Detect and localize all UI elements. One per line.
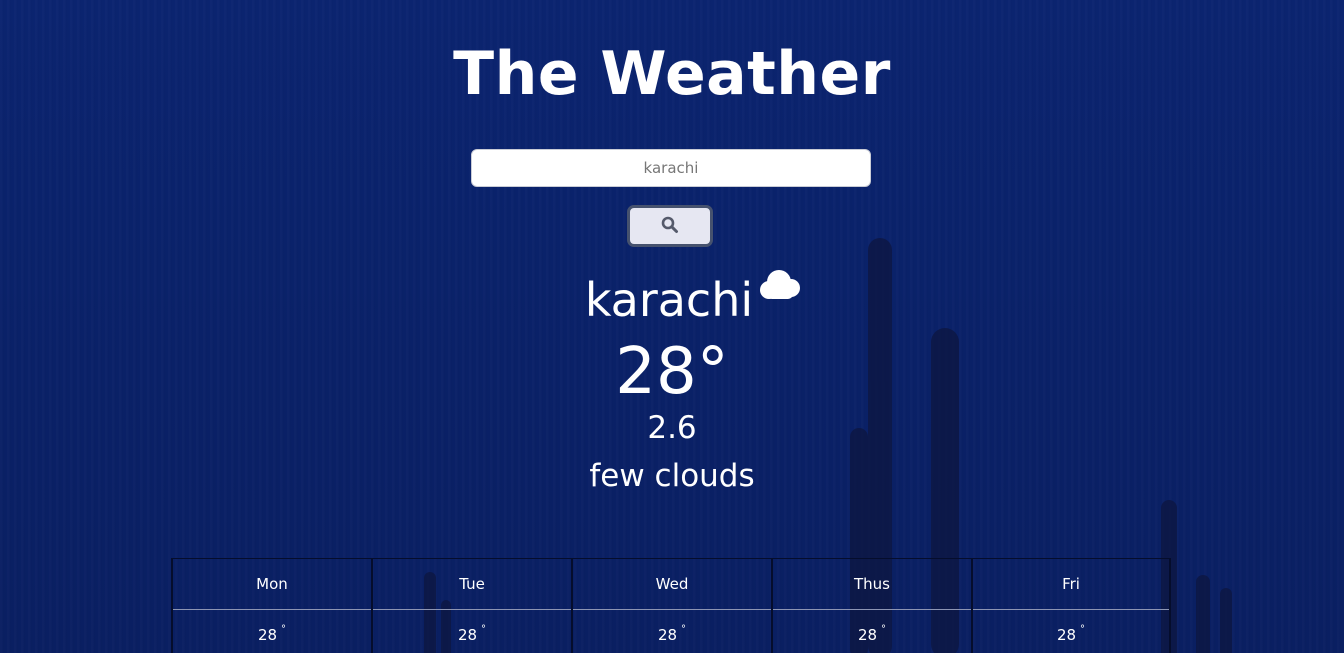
- forecast-day-name: Tue: [373, 559, 571, 610]
- search-input[interactable]: [471, 149, 871, 187]
- wind-speed: 2.6: [647, 410, 697, 446]
- forecast-temp-value: 28: [657, 626, 678, 644]
- degree-symbol: °: [681, 623, 687, 635]
- city-name: karachi: [584, 273, 754, 327]
- city-row: karachi: [0, 270, 1344, 330]
- forecast-day-temp: 28 °: [773, 610, 971, 653]
- forecast-temp-value: 28: [1056, 626, 1077, 644]
- degree-symbol: °: [281, 623, 287, 635]
- weather-app: The Weather karachi 28° 2.6 few clouds: [0, 0, 1344, 653]
- forecast-day: Tue 28 °: [371, 558, 571, 653]
- cloud-icon: [755, 268, 803, 306]
- forecast-day-name: Mon: [173, 559, 371, 610]
- weather-description: few clouds: [589, 458, 755, 494]
- forecast-day: Mon 28 °: [171, 558, 371, 653]
- forecast-day: Fri 28 °: [971, 558, 1171, 653]
- forecast-temp-value: 28: [857, 626, 878, 644]
- forecast-day-name: Wed: [573, 559, 771, 610]
- degree-symbol: °: [481, 623, 487, 635]
- forecast-day-temp: 28 °: [173, 610, 371, 653]
- degree-symbol: °: [1080, 623, 1086, 635]
- forecast-day: Wed 28 °: [571, 558, 771, 653]
- search-button[interactable]: [627, 205, 713, 247]
- search-icon: [661, 216, 679, 237]
- forecast-day-temp: 28 °: [573, 610, 771, 653]
- forecast-day-name: Fri: [973, 559, 1169, 610]
- forecast-temp-value: 28: [257, 626, 278, 644]
- forecast-day-name: Thus: [773, 559, 971, 610]
- forecast-day: Thus 28 °: [771, 558, 971, 653]
- current-temperature: 28°: [615, 335, 729, 409]
- forecast-table: Mon 28° Tue 28° Wed 28° Thus 28° Fri: [171, 558, 1171, 653]
- forecast-day-temp: 28 °: [973, 610, 1169, 653]
- degree-symbol: °: [881, 623, 887, 635]
- forecast-temp-value: 28: [457, 626, 478, 644]
- page-title: The Weather: [453, 39, 891, 109]
- forecast-day-temp: 28 °: [373, 610, 571, 653]
